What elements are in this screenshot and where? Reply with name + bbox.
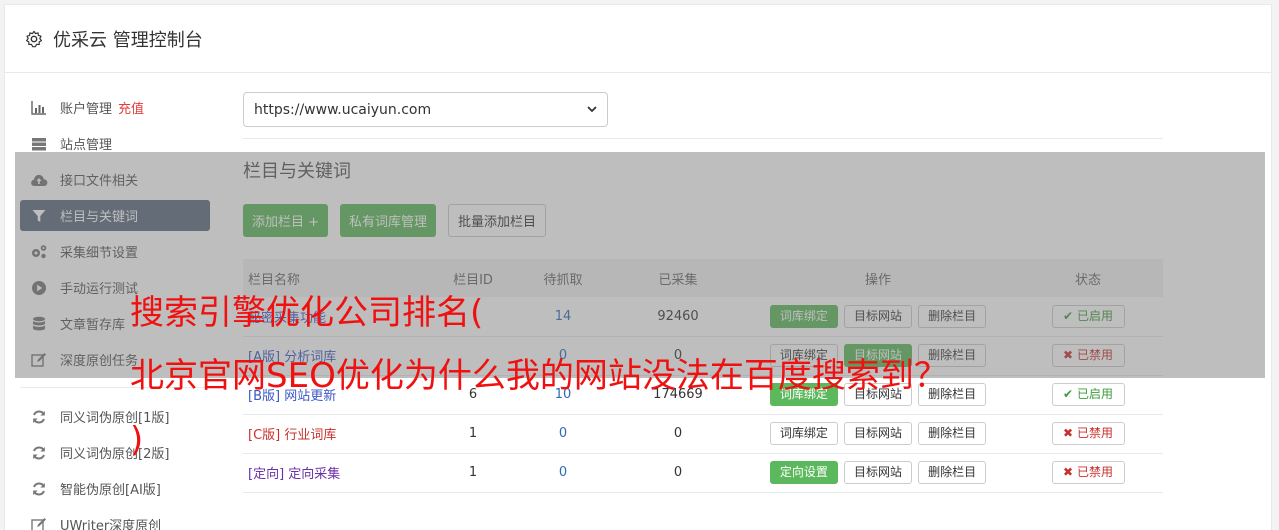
sidebar-item-label: 智能伪原创[AI版] (60, 483, 161, 498)
target-site-button[interactable]: 目标网站 (843, 461, 912, 484)
watermark-line-1: 搜索引擎优化公司排名( (130, 293, 484, 333)
page-title: 优采云 管理控制台 (53, 29, 203, 51)
status-toggle[interactable]: ✖ 已禁用 (1051, 422, 1125, 445)
chevron-down-icon (587, 106, 597, 113)
status-label: 已禁用 (1076, 426, 1113, 440)
sidebar-item-synonym-v2[interactable]: 同义词伪原创[2版] (20, 437, 210, 468)
watermark-line-3: ) (130, 420, 144, 460)
directed-settings-button[interactable]: 定向设置 (769, 461, 838, 484)
row-pending: 0 (558, 426, 568, 441)
row-pending: 0 (558, 465, 568, 480)
sidebar-item-label: 账户管理 (60, 102, 113, 117)
status-toggle[interactable]: ✖ 已禁用 (1051, 461, 1125, 484)
row-name-link[interactable]: 行业词库 (284, 428, 336, 443)
row-id: 1 (468, 426, 478, 441)
status-label: 已启用 (1076, 387, 1113, 401)
sidebar-item-label: 同义词伪原创[2版] (60, 447, 170, 462)
refresh-icon (30, 445, 48, 461)
delete-column-button[interactable]: 删除栏目 (918, 461, 987, 484)
check-icon: ✔ (1063, 387, 1074, 401)
edit-icon (30, 517, 48, 530)
sidebar-item-ai-original[interactable]: 智能伪原创[AI版] (20, 473, 210, 504)
site-select-value: https://www.ucaiyun.com (254, 101, 432, 118)
close-icon: ✖ (1063, 465, 1074, 479)
bind-library-button[interactable]: 词库绑定 (769, 422, 838, 445)
delete-column-button[interactable]: 删除栏目 (918, 422, 987, 445)
recharge-link[interactable]: 充值 (118, 98, 144, 117)
divider (243, 138, 1163, 139)
row-collected: 0 (673, 465, 683, 480)
target-site-button[interactable]: 目标网站 (843, 422, 912, 445)
sidebar-item-label: UWriter深度原创 (60, 519, 162, 530)
status-toggle[interactable]: ✔ 已启用 (1051, 383, 1125, 406)
row-tag: [C版] (248, 428, 281, 443)
close-icon: ✖ (1063, 426, 1074, 440)
row-collected: 0 (673, 426, 683, 441)
sidebar-item-uwriter[interactable]: UWriter深度原创 (20, 509, 210, 530)
gray-overlay (15, 152, 1265, 378)
table-row: [C版] 行业词库 1 0 0 词库绑定 目标网站 删除栏目 ✖ 已禁用 (243, 414, 1163, 453)
site-select[interactable]: https://www.ucaiyun.com (243, 92, 608, 127)
row-name-link[interactable]: 定向采集 (288, 467, 340, 482)
watermark-line-2: 北京官网SEO优化为什么我的网站没法在百度搜索到？ (130, 356, 948, 396)
sidebar-item-account[interactable]: 账户管理 充值 (20, 92, 210, 123)
refresh-icon (30, 409, 48, 425)
sidebar-item-label: 同义词伪原创[1版] (60, 411, 170, 426)
sidebar-item-synonym-v1[interactable]: 同义词伪原创[1版] (20, 401, 210, 432)
gear-icon (25, 30, 43, 47)
sidebar-item-label: 站点管理 (60, 138, 113, 153)
header: 优采云 管理控制台 (5, 5, 1271, 73)
row-id: 1 (468, 465, 478, 480)
server-icon (30, 136, 48, 152)
table-row: [定向] 定向采集 1 0 0 定向设置 目标网站 删除栏目 ✖ 已禁用 (243, 453, 1163, 492)
status-label: 已禁用 (1076, 465, 1113, 479)
refresh-icon (30, 481, 48, 497)
bar-chart-icon (30, 100, 48, 116)
row-tag: [定向] (248, 467, 285, 482)
